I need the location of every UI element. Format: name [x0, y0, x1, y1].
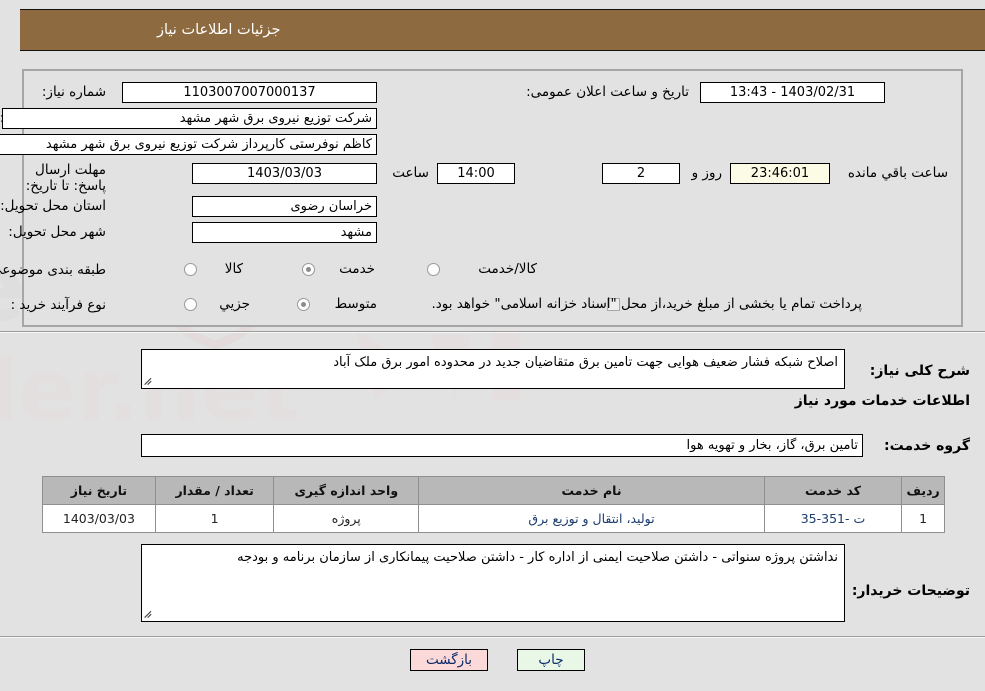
- cell-service-code: ت -351-35: [763, 504, 903, 533]
- need-number-value: 1103007007000137: [122, 82, 377, 103]
- purchase-process-label: نوع فرآیند خرید :: [10, 297, 106, 313]
- table-row: 1 ت -351-35 تولید، انتقال و توزیع برق پر…: [42, 504, 945, 533]
- col-need-date: تاریخ نیاز: [42, 476, 156, 505]
- col-unit: واحد اندازه گیری: [273, 476, 420, 505]
- buyer-org-value: شرکت توزیع نیروی برق شهر مشهد: [2, 108, 377, 129]
- radio-process-motevaset[interactable]: [297, 298, 310, 311]
- col-service-name: نام خدمت: [418, 476, 765, 505]
- deadline-date-value: 1403/03/03: [192, 163, 377, 184]
- page-title: جزئیات اطلاعات نیاز: [157, 22, 281, 38]
- response-deadline-label: مهلت ارسال پاسخ: تا تاریخ:: [25, 162, 106, 194]
- page-header: جزئیات اطلاعات نیاز: [20, 9, 985, 51]
- deadline-hour-value: 14:00: [437, 163, 515, 184]
- delivery-city-label: شهر محل تحویل:: [8, 224, 106, 240]
- cell-row-no: 1: [901, 504, 945, 533]
- divider-top: [0, 331, 985, 333]
- service-group-value: تامین برق، گاز، بخار و تهویه هوا: [141, 434, 863, 457]
- radio-process-jozei-label: جزیي: [219, 296, 250, 312]
- cell-quantity: 1: [154, 504, 275, 533]
- countdown-value: 23:46:01: [730, 163, 830, 184]
- services-table: ردیف کد خدمت نام خدمت واحد اندازه گیری ت…: [42, 476, 945, 533]
- resize-grip-icon[interactable]: [144, 377, 154, 387]
- print-button[interactable]: چاپ: [517, 649, 585, 671]
- general-description-textarea[interactable]: اصلاح شبکه فشار ضعیف هوایی جهت تامین برق…: [141, 349, 845, 389]
- request-creator-value: کاظم نوفرستی کارپرداز شرکت توزیع نیروی ب…: [0, 134, 377, 155]
- buyer-notes-label: توضیحات خریدار:: [851, 583, 970, 599]
- cell-service-name: تولید، انتقال و توزیع برق: [418, 504, 765, 533]
- delivery-province-value: خراسان رضوی: [192, 196, 377, 217]
- services-table-wrapper: ردیف کد خدمت نام خدمت واحد اندازه گیری ت…: [42, 476, 945, 533]
- need-number-label: شماره نیاز:: [41, 84, 106, 100]
- buyer-notes-text: نداشتن پروژه سنواتی - داشتن صلاحیت ایمنی…: [237, 550, 838, 565]
- buyer-notes-textarea[interactable]: نداشتن پروژه سنواتی - داشتن صلاحیت ایمنی…: [141, 544, 845, 622]
- col-row-no: ردیف: [901, 476, 945, 505]
- radio-category-kala-label: کالا: [224, 261, 243, 277]
- subject-category-label: طبقه بندی موضوعی:: [0, 262, 106, 278]
- delivery-city-value: مشهد: [192, 222, 377, 243]
- radio-category-kala-khedmat[interactable]: [427, 263, 440, 276]
- radio-process-motevaset-label: متوسط: [334, 296, 377, 312]
- divider-bottom: [0, 636, 985, 638]
- remaining-days-value: 2: [602, 163, 680, 184]
- resize-grip-icon-notes[interactable]: [144, 610, 154, 620]
- general-description-text: اصلاح شبکه فشار ضعیف هوایی جهت تامین برق…: [333, 355, 838, 370]
- cell-unit: پروژه: [273, 504, 420, 533]
- countdown-label: ساعت باقي مانده: [847, 165, 948, 181]
- radio-category-kala-khedmat-label: کالا/خدمت: [478, 261, 537, 277]
- col-quantity: تعداد / مقدار: [154, 476, 275, 505]
- announce-datetime-value: 1403/02/31 - 13:43: [700, 82, 885, 103]
- general-description-label: شرح کلی نیاز:: [869, 363, 970, 379]
- radio-category-khedmat[interactable]: [302, 263, 315, 276]
- services-section-title: اطلاعات خدمات مورد نیاز: [794, 393, 970, 409]
- deadline-hour-label: ساعت: [392, 165, 429, 181]
- remaining-days-label: روز و: [691, 165, 722, 181]
- radio-category-khedmat-label: خدمت: [339, 261, 375, 277]
- cell-need-date: 1403/03/03: [42, 504, 156, 533]
- table-header-row: ردیف کد خدمت نام خدمت واحد اندازه گیری ت…: [42, 476, 945, 505]
- delivery-province-label: استان محل تحویل:: [0, 198, 106, 214]
- back-button[interactable]: بازگشت: [410, 649, 488, 671]
- radio-category-kala[interactable]: [184, 263, 197, 276]
- service-group-label: گروه خدمت:: [884, 438, 970, 454]
- announce-datetime-label: تاریخ و ساعت اعلان عمومی:: [526, 84, 689, 100]
- radio-process-jozei[interactable]: [184, 298, 197, 311]
- treasury-documents-label: پرداخت تمام یا بخشی از مبلغ خرید،از محل …: [431, 296, 862, 312]
- col-service-code: کد خدمت: [763, 476, 903, 505]
